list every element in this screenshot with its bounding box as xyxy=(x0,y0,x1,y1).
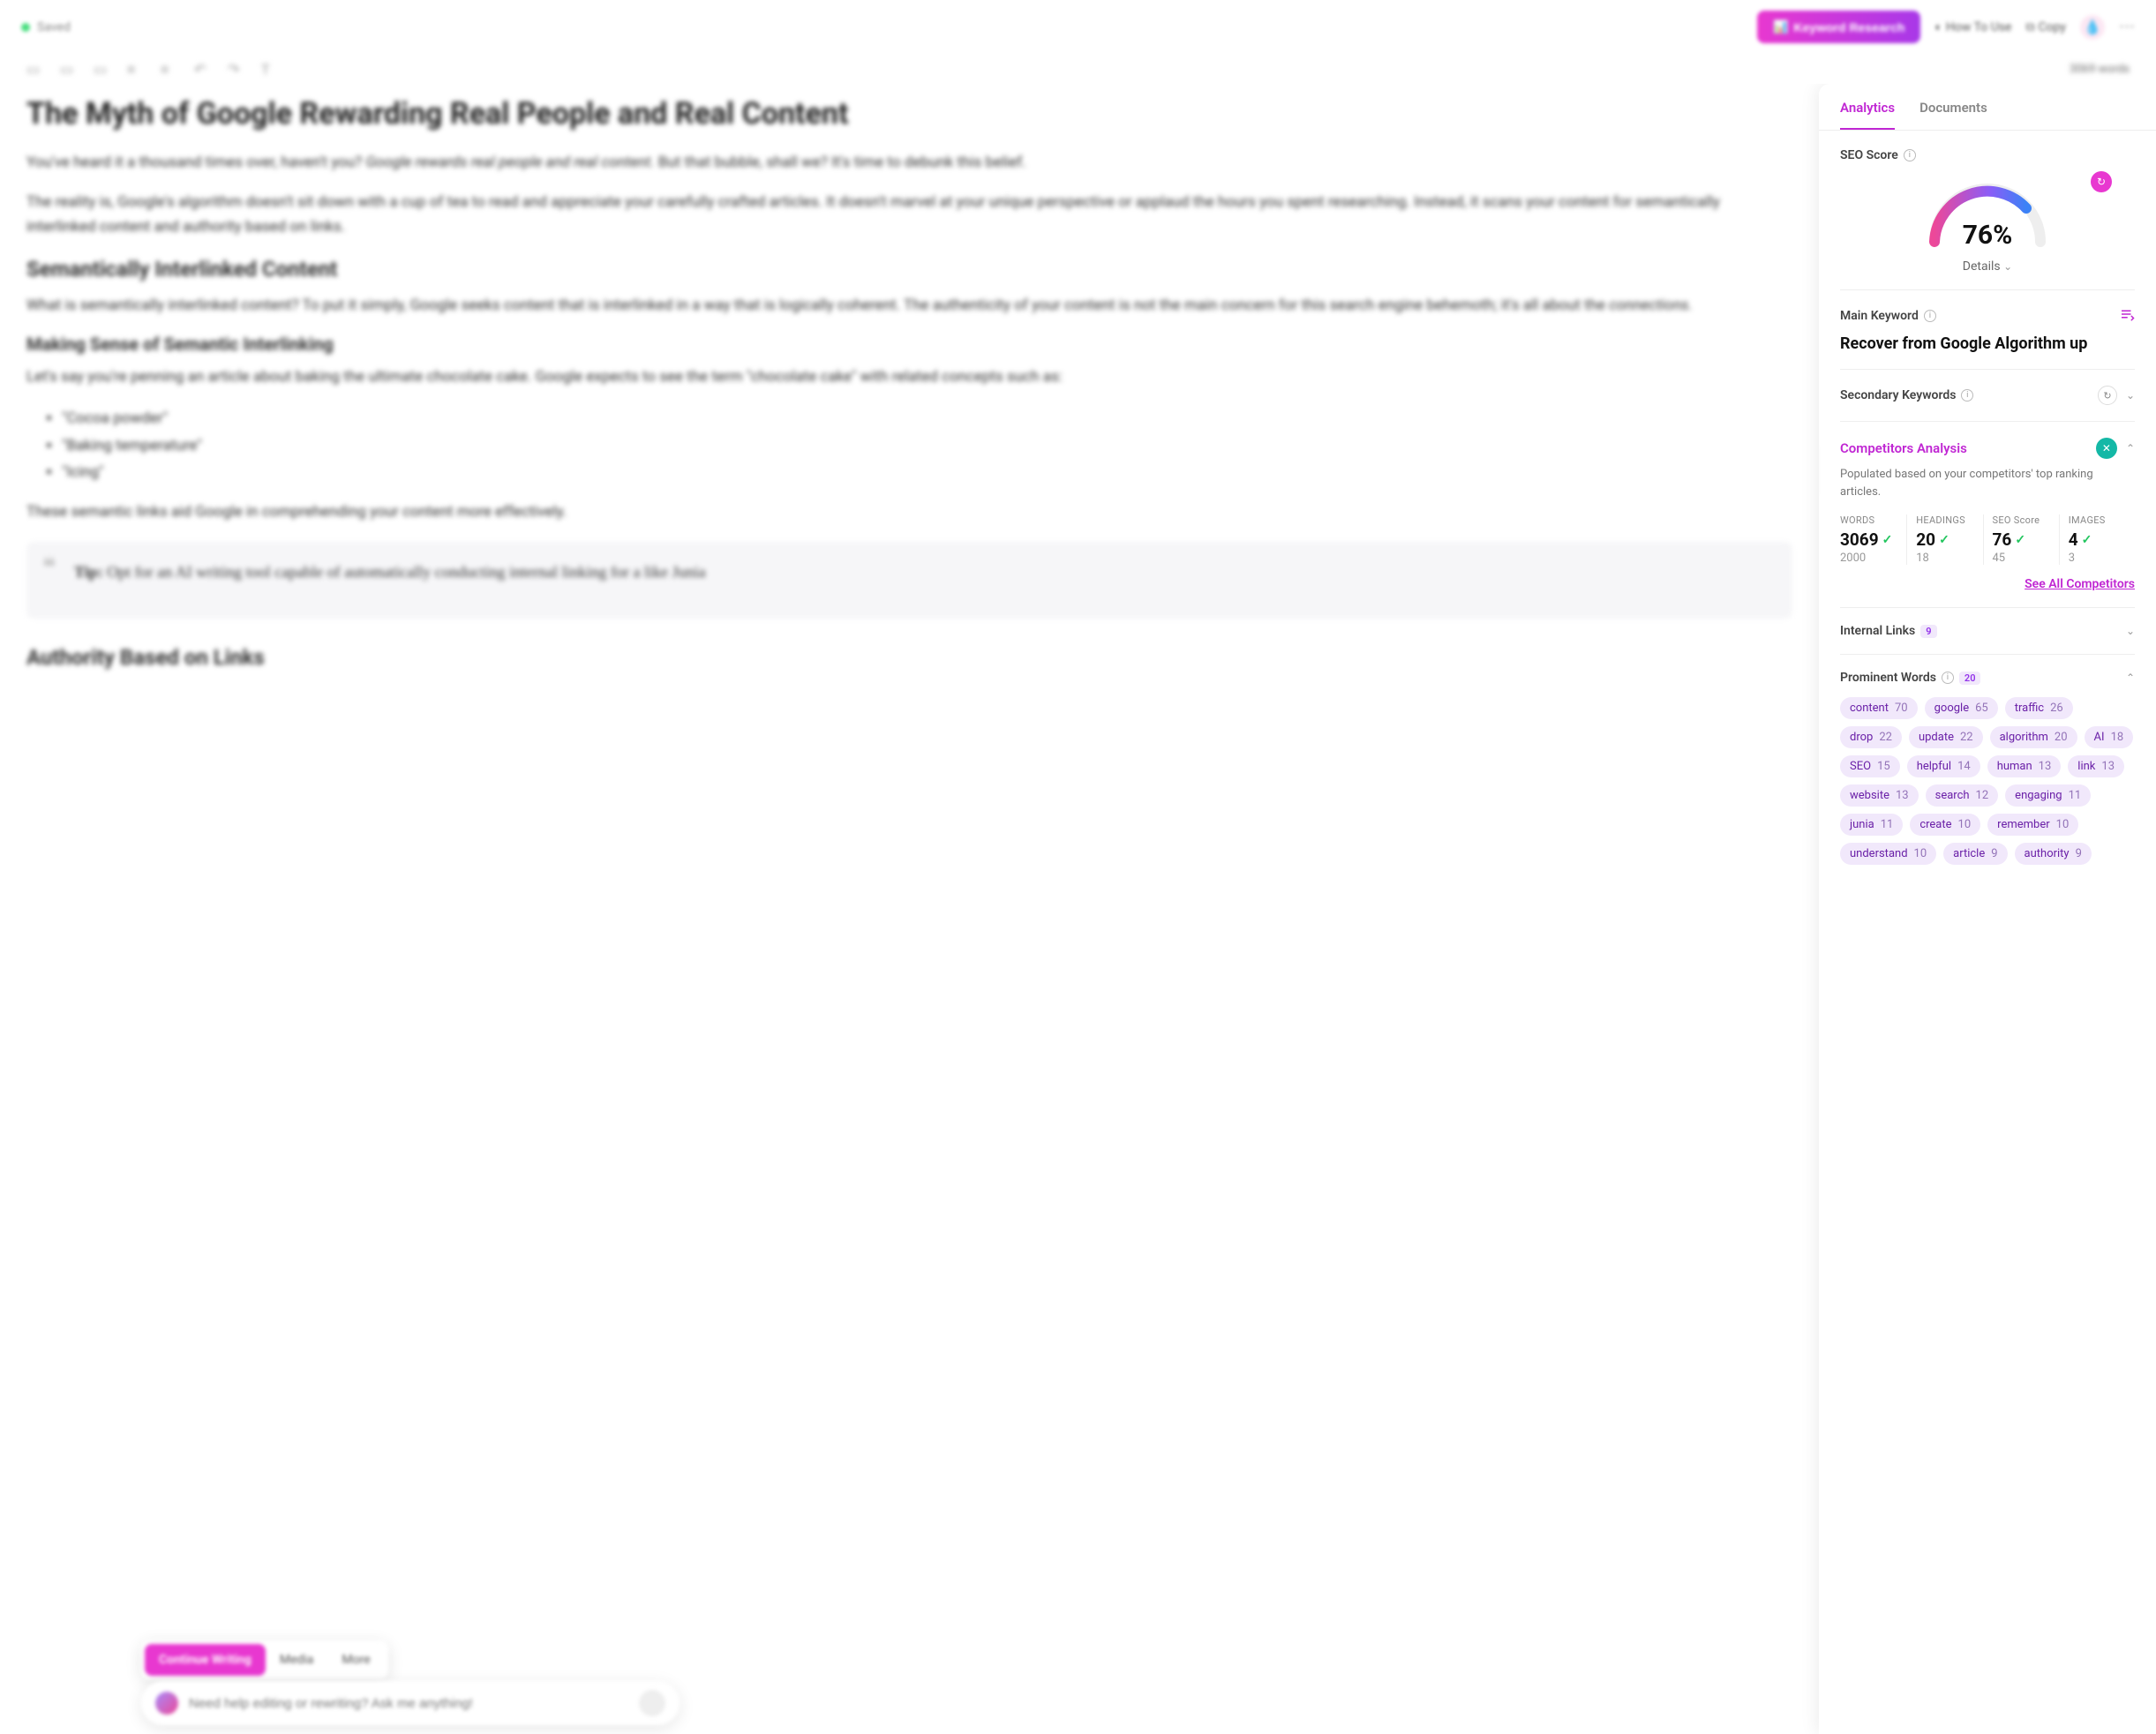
word-chip[interactable]: traffic26 xyxy=(2005,697,2073,719)
word-chip[interactable]: understand10 xyxy=(1840,843,1936,865)
tab-analytics[interactable]: Analytics xyxy=(1840,100,1895,130)
media-button[interactable]: Media xyxy=(266,1644,328,1676)
word-chip[interactable]: authority9 xyxy=(2015,843,2092,865)
word-chip[interactable]: remember10 xyxy=(1987,814,2078,836)
info-icon[interactable]: i xyxy=(1942,672,1954,684)
stat-words: WORDS 3069✓ 2000 xyxy=(1840,514,1907,565)
stat-headings: HEADINGS 20✓ 18 xyxy=(1907,514,1983,565)
info-icon[interactable]: i xyxy=(1904,149,1916,161)
keyword-research-icon: 📊 xyxy=(1773,19,1788,34)
more-menu-icon[interactable]: ⋯ xyxy=(2119,18,2135,36)
article-title: The Myth of Google Rewarding Real People… xyxy=(26,94,1792,133)
check-icon: ✓ xyxy=(2015,533,2025,547)
ai-avatar-icon xyxy=(155,1692,178,1715)
competitors-description: Populated based on your competitors' top… xyxy=(1840,466,2135,500)
redo-icon[interactable]: ↷ xyxy=(228,61,244,77)
competitors-analysis-title[interactable]: Competitors Analysis xyxy=(1840,440,1967,456)
toolbar-icon[interactable]: ≡ xyxy=(161,61,177,77)
edit-keyword-icon[interactable] xyxy=(2119,306,2135,326)
word-chip[interactable]: AI18 xyxy=(2085,726,2134,748)
editor-toolbar: ▭ ▭ ▭ ≡ ≡ ↶ ↷ T 3069 words xyxy=(0,54,2156,84)
refresh-icon[interactable]: ↻ xyxy=(2098,386,2117,405)
tip-box: ❝ Tip: Opt for an AI writing tool capabl… xyxy=(26,542,1792,619)
chevron-down-icon[interactable]: ⌄ xyxy=(2126,625,2135,637)
copy-link[interactable]: ⧉ Copy xyxy=(2025,20,2066,34)
tool-badge-icon[interactable]: ✕ xyxy=(2096,438,2117,459)
analytics-sidebar: › Analytics Documents SEO Score i ↻ xyxy=(1819,84,2156,1734)
word-chip[interactable]: article9 xyxy=(1943,843,2007,865)
refresh-score-button[interactable]: ↻ xyxy=(2091,171,2112,192)
word-chip[interactable]: junia11 xyxy=(1840,814,1903,836)
word-chip[interactable]: google65 xyxy=(1925,697,1998,719)
word-chip[interactable]: website13 xyxy=(1840,784,1919,807)
seo-score-gauge: 76% xyxy=(1921,171,2054,251)
keyword-research-button[interactable]: 📊 Keyword Research xyxy=(1757,11,1921,43)
word-chip[interactable]: create10 xyxy=(1910,814,1980,836)
details-toggle[interactable]: Details ⌄ xyxy=(1840,259,2135,274)
check-icon: ✓ xyxy=(1882,533,1893,547)
see-all-competitors-link[interactable]: See All Competitors xyxy=(1840,577,2135,591)
word-chip[interactable]: update22 xyxy=(1909,726,1983,748)
chevron-down-icon[interactable]: ⌄ xyxy=(2126,389,2135,402)
continue-writing-button[interactable]: Continue Writing xyxy=(145,1644,266,1676)
info-icon[interactable]: i xyxy=(1961,389,1973,402)
chevron-up-icon[interactable]: ⌃ xyxy=(2126,672,2135,684)
info-icon[interactable]: i xyxy=(1924,310,1936,322)
word-chip[interactable]: helpful14 xyxy=(1907,755,1980,777)
word-chip[interactable]: content70 xyxy=(1840,697,1918,719)
word-count: 3069 words xyxy=(2070,63,2130,76)
check-icon: ✓ xyxy=(2082,533,2092,547)
toolbar-icon[interactable]: T xyxy=(261,61,277,77)
main-keyword-label: Main Keyword i xyxy=(1840,309,1936,323)
word-chip[interactable]: algorithm20 xyxy=(1990,726,2077,748)
prominent-words-chips: content70 google65 traffic26 drop22 update22… xyxy=(1840,697,2135,865)
word-chip[interactable]: SEO15 xyxy=(1840,755,1900,777)
word-chip[interactable]: search12 xyxy=(1926,784,1999,807)
seo-score-value: 76% xyxy=(1921,220,2054,251)
saved-label: Saved xyxy=(37,20,71,34)
saved-indicator-icon xyxy=(21,23,30,32)
quote-icon: ❝ xyxy=(42,552,56,582)
ask-input-bar[interactable] xyxy=(141,1681,680,1725)
main-keyword-value: Recover from Google Algorithm up xyxy=(1840,334,2135,353)
secondary-keywords-label: Secondary Keywords i xyxy=(1840,388,1973,402)
user-avatar[interactable]: 💧 xyxy=(2080,15,2105,40)
send-button[interactable] xyxy=(639,1690,665,1716)
more-button[interactable]: More xyxy=(327,1644,384,1676)
editor-content[interactable]: The Myth of Google Rewarding Real People… xyxy=(0,84,1819,1734)
floating-toolbar: Continue Writing Media More xyxy=(141,1640,388,1679)
stat-seo: SEO Score 76✓ 45 xyxy=(1984,514,2060,565)
toolbar-icon[interactable]: ▭ xyxy=(94,61,109,77)
undo-icon[interactable]: ↶ xyxy=(194,61,210,77)
word-chip[interactable]: engaging11 xyxy=(2005,784,2091,807)
internal-links-label[interactable]: Internal Links 9 xyxy=(1840,624,1937,638)
toolbar-icon[interactable]: ▭ xyxy=(60,61,76,77)
word-chip[interactable]: link13 xyxy=(2068,755,2124,777)
word-chip[interactable]: human13 xyxy=(1987,755,2062,777)
chevron-down-icon: ⌄ xyxy=(2003,260,2012,273)
tab-documents[interactable]: Documents xyxy=(1919,100,1987,130)
stats-grid: WORDS 3069✓ 2000 HEADINGS 20✓ 18 SEO Sco… xyxy=(1840,514,2135,565)
seo-score-label: SEO Score i xyxy=(1840,148,2135,162)
ask-input[interactable] xyxy=(189,1696,628,1711)
check-icon: ✓ xyxy=(1939,533,1949,547)
toolbar-icon[interactable]: ≡ xyxy=(127,61,143,77)
toolbar-icon[interactable]: ▭ xyxy=(26,61,42,77)
chevron-up-icon[interactable]: ⌃ xyxy=(2126,442,2135,454)
top-bar: Saved 📊 Keyword Research ◐ How To Use ⧉ … xyxy=(0,0,2156,54)
prominent-words-label[interactable]: Prominent Words i 20 xyxy=(1840,671,1980,685)
how-to-use-link[interactable]: ◐ How To Use xyxy=(1934,19,2011,34)
stat-images: IMAGES 4✓ 3 xyxy=(2060,514,2135,565)
word-chip[interactable]: drop22 xyxy=(1840,726,1902,748)
